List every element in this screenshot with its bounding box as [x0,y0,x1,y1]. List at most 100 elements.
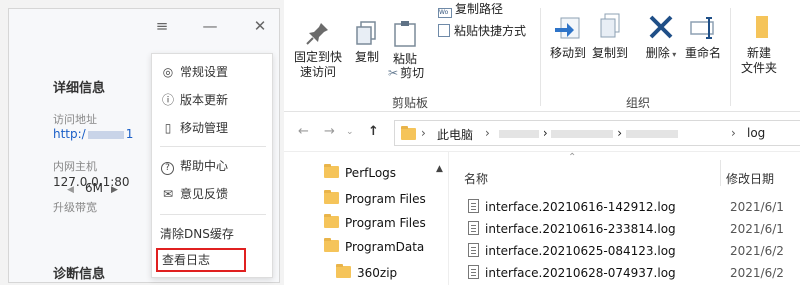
breadcrumb-redacted: › › [499,126,678,140]
copy-path-button[interactable]: Wo 复制路径 [438,2,503,18]
file-list: ⌃ 名称 修改日期 interface.20210616-142912.log … [450,152,800,285]
breadcrumb-this-pc[interactable]: 此电脑 [437,126,473,143]
tree-item[interactable]: Program Files [324,212,426,234]
tree-item[interactable]: ProgramData [324,236,424,258]
column-header-modified[interactable]: 修改日期 [726,170,774,187]
pin-quick-access-button[interactable]: 固定到快 速访问 [288,20,348,80]
close-icon[interactable]: ✕ [249,15,271,37]
menu-icon[interactable]: ≡ [151,15,173,37]
folder-icon [756,16,768,38]
paste-shortcut-button[interactable]: 粘贴快捷方式 [438,24,526,39]
breadcrumb-log[interactable]: log [747,126,765,140]
scissors-icon: ✂ [388,66,399,80]
bandwidth-label: 升级带宽 [53,201,97,214]
file-row[interactable]: interface.20210625-084123.log [468,240,676,262]
text-file-icon [468,243,479,257]
file-date: 2021/6/1 [730,222,784,236]
back-arrow-icon[interactable]: ← [298,124,309,139]
copy-icon [356,21,376,45]
organize-group-label: 组织 [626,96,651,110]
copy-button[interactable]: 复制 [350,20,384,65]
ribbon-toolbar: 固定到快 速访问 复制 粘贴 Wo 复制路径 粘贴快捷方式 ✂ 剪切 剪贴板 移动到 [284,0,800,112]
new-folder-button[interactable]: 新建 文件夹 [736,12,782,76]
clipboard-group-label: 剪贴板 [392,96,429,110]
app-window: ≡ — ✕ 详细信息 访问地址 http:/1 内网主机 127.0.0.1:8… [8,8,280,283]
info-icon: ⓘ [161,93,174,107]
target-icon: ◎ [162,65,174,79]
menu-item-feedback[interactable]: ✉ 意见反馈 [160,182,266,206]
mail-icon: ✉ [162,187,174,201]
tree-item[interactable]: Program Files [324,188,426,210]
shortcut-icon [438,24,450,37]
tree-item[interactable]: 360zip [336,262,397,284]
decrease-icon[interactable]: ◀ [67,185,85,195]
column-divider [720,160,721,186]
scroll-up-icon[interactable]: ▲ [436,164,443,174]
access-address-value[interactable]: http:/1 [53,127,133,141]
menu-item-view-logs[interactable]: 查看日志 [156,248,246,272]
settings-dropdown-menu: ◎ 常规设置 ⓘ 版本更新 ▯ 移动管理 ? 帮助中心 ✉ 意见反馈 清除DNS缓存 查看… [151,53,273,278]
cut-button[interactable]: ✂ 剪切 [388,66,424,81]
increase-icon[interactable]: ▶ [111,185,118,195]
address-bar[interactable]: › 此电脑 › › › › log [394,120,800,146]
redacted-mask [87,130,124,139]
file-explorer-window: 固定到快 速访问 复制 粘贴 Wo 复制路径 粘贴快捷方式 ✂ 剪切 剪贴板 移动到 [284,0,800,285]
rename-icon [690,17,714,39]
clipboard-icon [394,21,416,47]
bandwidth-stepper[interactable]: ◀ 6M ▶ [67,181,118,195]
copy-to-icon [600,13,620,38]
details-title: 详细信息 [53,81,106,96]
forward-arrow-icon[interactable]: → [324,124,335,139]
folder-icon [324,238,339,252]
file-date: 2021/6/2 [730,266,784,280]
menu-divider [160,214,266,215]
delete-button[interactable]: 删除 ▾ [644,12,678,62]
details-panel: 详细信息 访问地址 http:/1 内网主机 127.0.0.1:80 升级带宽… [9,45,149,284]
menu-item-general-settings[interactable]: ◎ 常规设置 [160,60,266,84]
navigation-tree: PerfLogs Program Files Program Files Pro… [284,152,449,285]
text-file-icon [468,199,479,213]
minimize-icon[interactable]: — [199,15,221,37]
text-file-icon [468,221,479,235]
tree-item[interactable]: PerfLogs [324,162,396,184]
address-bar-row: ← → ⌄ ↑ › 此电脑 › › › › log [284,112,800,152]
diagnostics-title: 诊断信息 [53,267,106,282]
ribbon-divider [540,8,541,106]
breadcrumb-chevron-icon: › [485,126,490,140]
file-row[interactable]: interface.20210616-233814.log [468,218,676,240]
file-row[interactable]: interface.20210616-142912.log [468,196,676,218]
ribbon-divider [730,8,731,106]
paste-button[interactable]: 粘贴 [388,20,422,67]
menu-item-mobile-management[interactable]: ▯ 移动管理 [160,116,266,140]
intranet-host-label: 内网主机 [53,160,97,173]
move-to-button[interactable]: 移动到 [548,12,588,61]
breadcrumb-chevron-icon: › [731,126,736,140]
file-date: 2021/6/1 [730,200,784,214]
sort-indicator-icon: ⌃ [568,152,577,163]
app-titlebar: ≡ — ✕ [9,9,281,45]
menu-divider [160,146,266,147]
file-date: 2021/6/2 [730,244,784,258]
chevron-down-icon[interactable]: ⌄ [346,127,354,137]
up-arrow-icon[interactable]: ↑ [368,124,379,139]
move-to-icon [555,17,580,39]
access-address-label: 访问地址 [53,113,97,126]
folder-icon [324,190,339,204]
bandwidth-value: 6M [85,181,103,195]
rename-button[interactable]: 重命名 [682,12,724,61]
copy-to-button[interactable]: 复制到 [590,12,630,61]
file-row[interactable]: interface.20210628-074937.log [468,262,676,284]
help-icon: ? [161,162,174,175]
column-header-name[interactable]: 名称 [464,170,488,187]
menu-item-clear-dns-cache[interactable]: 清除DNS缓存 [160,222,266,246]
folder-icon [401,126,416,140]
menu-item-help-center[interactable]: ? 帮助中心 [160,154,266,178]
folder-icon [324,164,339,178]
folder-icon [336,264,351,278]
menu-item-version-update[interactable]: ⓘ 版本更新 [160,88,266,112]
phone-icon: ▯ [164,121,172,135]
delete-x-icon [649,15,673,39]
breadcrumb-chevron-icon: › [421,126,426,140]
chevron-down-icon: ▾ [669,50,677,59]
text-file-icon [468,265,479,279]
